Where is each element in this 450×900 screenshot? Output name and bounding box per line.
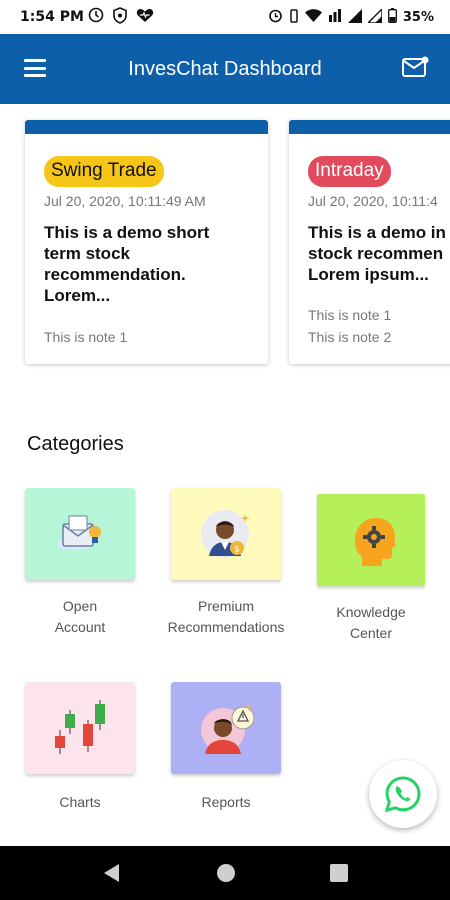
recommendations-carousel[interactable]: Swing Trade Jul 20, 2020, 10:11:49 AM Th… <box>0 104 450 384</box>
card-note: This is note 1 <box>308 307 392 323</box>
battery-icon <box>387 8 397 27</box>
category-label: Reports <box>201 794 251 810</box>
status-time: 1:54 PM <box>20 9 84 25</box>
category-label: Premium Recommendations <box>167 598 285 635</box>
app-bar: InvesChat Dashboard <box>0 34 450 104</box>
card-notes: This is note 1 <box>44 326 127 348</box>
card-description: This is a demo in stock recommen Lorem i… <box>308 222 450 285</box>
mail-notification-icon[interactable] <box>402 56 430 78</box>
card-description-line: This is a demo short <box>44 223 210 242</box>
open-account-icon <box>57 515 101 550</box>
card-notes: This is note 1 This is note 2 <box>308 304 391 348</box>
card-header-bar <box>25 120 268 134</box>
recommendation-card[interactable]: Swing Trade Jul 20, 2020, 10:11:49 AM Th… <box>25 120 268 364</box>
premium-advisor-icon: $ <box>201 510 249 558</box>
alarm-icon <box>268 8 283 27</box>
card-note: This is note 1 <box>44 329 128 345</box>
tag-badge-intraday: Intraday <box>308 156 391 187</box>
knowledge-head-gear-icon <box>355 518 396 566</box>
wifi-icon <box>304 9 322 26</box>
whatsapp-icon <box>384 776 421 813</box>
category-label: Charts <box>59 794 101 810</box>
card-description-line: recommendation. <box>44 265 186 284</box>
card-date: Jul 20, 2020, 10:11:49 AM <box>44 193 206 209</box>
card-description-line: stock recommen <box>308 244 444 263</box>
signal-icon <box>347 8 362 27</box>
reports-person-icon <box>201 704 255 754</box>
category-knowledge-center[interactable] <box>317 494 425 586</box>
recommendation-card[interactable]: Intraday Jul 20, 2020, 10:11:4 This is a… <box>289 120 450 364</box>
tag-badge-swing-trade: Swing Trade <box>44 156 164 187</box>
category-charts[interactable] <box>25 682 135 774</box>
page-title: InvesChat Dashboard <box>128 58 322 80</box>
svg-text:$: $ <box>234 545 240 555</box>
status-right-icons: 35% <box>268 6 434 27</box>
card-note: This is note 2 <box>308 329 392 345</box>
card-header-bar <box>289 120 450 134</box>
card-description-line: This is a demo in <box>308 223 446 242</box>
category-premium-recommendations[interactable]: $ <box>171 488 281 580</box>
shield-icon <box>112 7 128 28</box>
recents-icon[interactable] <box>329 863 349 888</box>
status-left-icons <box>88 7 154 28</box>
category-label: Knowledge Center <box>336 604 406 641</box>
back-icon[interactable] <box>102 863 122 888</box>
sync-icon <box>88 7 104 28</box>
categories-heading: Categories <box>27 433 124 455</box>
status-bar: 1:54 PM 35% <box>0 0 450 34</box>
card-description: This is a demo short term stock recommen… <box>44 222 249 306</box>
battery-percent: 35% <box>402 10 434 25</box>
heart-icon <box>136 7 154 28</box>
card-description-line: Lorem ipsum... <box>308 265 429 284</box>
card-date: Jul 20, 2020, 10:11:4 <box>308 193 438 209</box>
category-open-account[interactable] <box>25 488 135 580</box>
category-label: Open Account <box>54 598 106 635</box>
data-icon <box>328 8 342 27</box>
card-description-line: Lorem... <box>44 286 111 305</box>
candlestick-chart-icon <box>55 700 105 754</box>
home-icon[interactable] <box>216 863 236 888</box>
vibrate-icon <box>289 8 299 27</box>
category-reports[interactable] <box>171 682 281 774</box>
system-nav-bar <box>0 846 450 900</box>
signal-icon <box>366 6 383 27</box>
whatsapp-button[interactable] <box>369 760 437 828</box>
card-description-line: term stock <box>44 244 130 263</box>
